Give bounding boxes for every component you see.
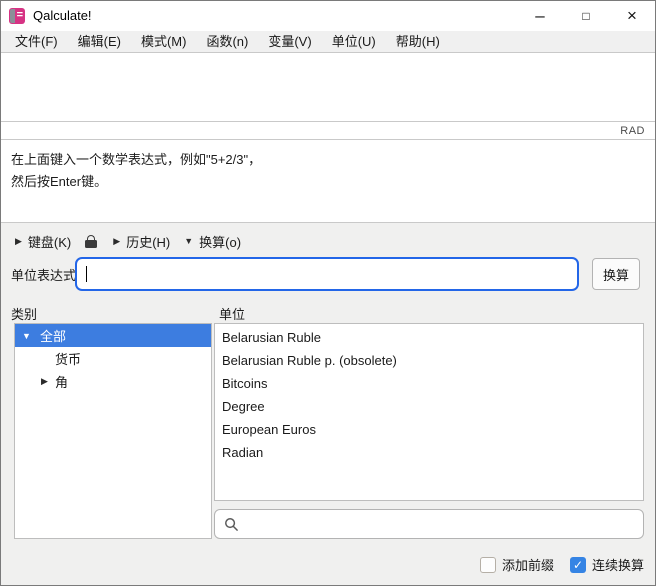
history-expander-icon[interactable]: ▶ [113,236,120,247]
unit-list-item[interactable]: Belarusian Ruble [215,326,643,349]
add-prefix-option[interactable]: 添加前缀 [479,555,554,574]
continuous-conversion-checkbox[interactable]: ✓ [569,556,586,573]
window-title: Qalculate! [33,8,92,23]
tree-item-all[interactable]: ▼ 全部 [15,324,211,347]
close-button[interactable]: × [609,1,655,31]
unit-list-item[interactable]: Radian [215,441,643,464]
keyboard-expander-icon[interactable]: ▶ [15,236,22,247]
continuous-conversion-label: 连续换算 [591,558,644,573]
unit-column-header: 单位 [219,307,246,322]
add-prefix-checkbox[interactable] [479,556,496,573]
history-expander[interactable]: 历史(H) [126,232,170,251]
unit-list: Belarusian Ruble Belarusian Ruble p. (ob… [214,323,644,501]
conversion-expander[interactable]: 换算(o) [199,232,241,251]
convert-button[interactable]: 换算 [592,258,640,290]
expander-toolbar: ▶ 键盘(K) ▶ 历史(H) ▼ 换算(o) [15,231,255,251]
menu-mode[interactable]: 模式(M) [131,31,197,52]
tree-item-currency[interactable]: 货币 [15,347,211,370]
angle-mode-indicator[interactable]: RAD [620,125,645,137]
menu-functions[interactable]: 函数(n) [196,31,258,52]
hint-line-2: 然后按Enter键。 [11,174,108,189]
expression-input-area[interactable] [1,54,655,122]
category-tree: ▼ 全部 货币 ▶ 角 [14,323,212,539]
unit-list-item[interactable]: European Euros [215,418,643,441]
search-icon [225,517,238,531]
expanded-arrow-icon[interactable]: ▼ [22,331,31,341]
hint-line-1: 在上面键入一个数学表达式，例如"5+2/3"， [11,152,262,167]
unit-list-item[interactable]: Bitcoins [215,372,643,395]
status-bar: RAD [1,123,655,140]
unit-search-input[interactable] [214,509,644,539]
tree-item-angle[interactable]: ▶ 角 [15,370,211,393]
conversion-expander-icon[interactable]: ▼ [184,236,193,246]
add-prefix-label: 添加前缀 [501,558,554,573]
unit-expression-label: 单位表达式 [11,268,77,283]
unit-expression-input[interactable] [75,257,579,291]
text-caret [86,266,87,282]
maximize-button[interactable]: □ [563,1,609,31]
result-hint-area: 在上面键入一个数学表达式，例如"5+2/3"， 然后按Enter键。 [1,141,655,223]
qalculate-app-icon [9,8,25,24]
menu-units[interactable]: 单位(U) [322,31,386,52]
conversion-options: 添加前缀 ✓ 连续换算 [479,555,644,574]
qalculate-window: Qalculate! – □ × 文件(F) 编辑(E) 模式(M) 函数(n)… [0,0,656,586]
menu-bar: 文件(F) 编辑(E) 模式(M) 函数(n) 变量(V) 单位(U) 帮助(H… [1,31,655,53]
unit-list-item[interactable]: Degree [215,395,643,418]
window-controls: – □ × [517,1,655,31]
category-column-header: 类别 [11,307,38,322]
menu-variables[interactable]: 变量(V) [258,31,321,52]
minimize-button[interactable]: – [517,1,563,31]
lock-icon[interactable] [85,235,98,248]
unit-list-item[interactable]: Belarusian Ruble p. (obsolete) [215,349,643,372]
menu-file[interactable]: 文件(F) [5,31,68,52]
lower-pane: ▶ 键盘(K) ▶ 历史(H) ▼ 换算(o) 单位表达式 换算 类别 单位 ▼… [1,223,655,585]
collapsed-arrow-icon[interactable]: ▶ [41,376,48,387]
continuous-conversion-option[interactable]: ✓ 连续换算 [569,555,644,574]
keyboard-expander[interactable]: 键盘(K) [28,232,71,251]
menu-help[interactable]: 帮助(H) [386,31,450,52]
title-bar: Qalculate! – □ × [1,1,655,31]
menu-edit[interactable]: 编辑(E) [68,31,131,52]
